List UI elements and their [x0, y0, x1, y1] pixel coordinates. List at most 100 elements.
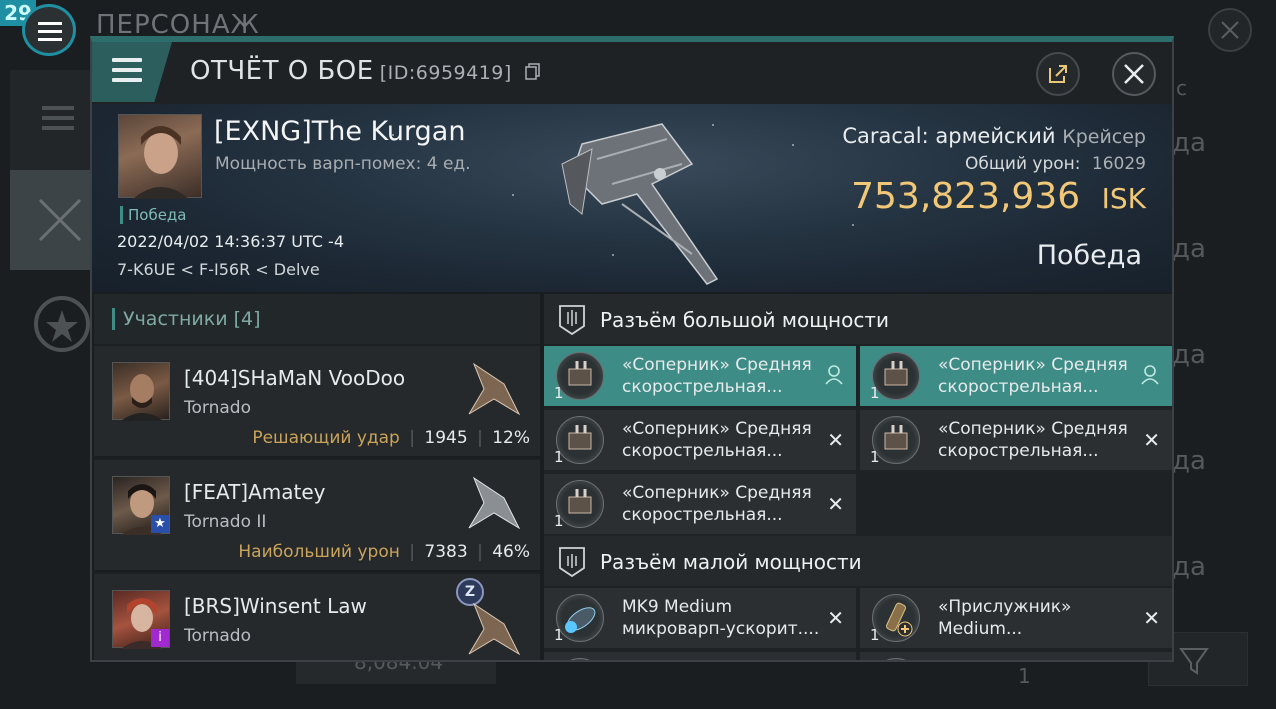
- isk-unit: ISK: [1101, 182, 1146, 215]
- bg-count: 1: [1018, 664, 1031, 688]
- fitting-slot[interactable]: [544, 652, 856, 660]
- bg-result-3: да: [1172, 340, 1206, 370]
- fitting-slot[interactable]: 1 «Соперник» Средняя скорострельная... ✕: [860, 410, 1172, 470]
- victim-portrait[interactable]: [118, 114, 202, 199]
- copy-icon[interactable]: [523, 62, 541, 80]
- bg-fragment: c: [1176, 76, 1187, 100]
- final-blow-tag: Решающий удар: [252, 428, 400, 448]
- victim-name[interactable]: [EXNG]The Kurgan: [214, 116, 465, 147]
- fitting-slot[interactable]: 1 «Соперник» Средняя скорострельная... ✕: [544, 474, 856, 534]
- pilot-icon[interactable]: [824, 364, 844, 386]
- participant-row[interactable]: [404]SHaMaN VooDoo Tornado Решающий удар…: [94, 346, 540, 458]
- participant-stats: Наибольший урон | 7383 | 46%: [238, 542, 530, 562]
- participant-percent: 46%: [492, 542, 530, 562]
- participant-ship: Tornado II: [184, 512, 267, 532]
- dialog-title: ОТЧЁТ О БОЕ [ID:6959419]: [190, 56, 541, 86]
- warp-disruption: Мощность варп-помех: 4 ед.: [215, 154, 471, 174]
- slot-quantity: 1: [554, 384, 564, 402]
- participant-name: [404]SHaMaN VooDoo: [184, 366, 406, 390]
- module-icon: [556, 658, 604, 660]
- bg-result-4: да: [1172, 446, 1206, 476]
- kill-datetime: 2022/04/02 14:36:37 UTC -4: [117, 232, 345, 251]
- report-id: [ID:6959419]: [379, 62, 512, 84]
- mid-slot-section: Разъём малой мощности: [544, 536, 1172, 586]
- screen-close-button[interactable]: [1208, 8, 1252, 52]
- slot-quantity: 1: [870, 384, 880, 402]
- external-link-icon: [1049, 65, 1067, 83]
- module-name-line2: скорострельная...: [938, 377, 1099, 397]
- close-icon: [1124, 64, 1144, 84]
- crossed-swords-icon: [38, 198, 82, 242]
- ship-info[interactable]: Caracal: армейский Крейсер: [842, 124, 1146, 148]
- ship-name: Caracal: армейский: [842, 124, 1056, 148]
- portrait-image: [133, 126, 189, 199]
- menu-tab[interactable]: [92, 42, 172, 102]
- fitting-slot[interactable]: 1 «Соперник» Средняя скорострельная...: [544, 346, 856, 406]
- list-icon: [42, 106, 74, 130]
- participants-title: Участники [4]: [112, 308, 261, 330]
- module-name: «Соперник» Средняя скорострельная...: [622, 418, 822, 462]
- combat-report-dialog: ОТЧЁТ О БОЕ [ID:6959419] [EXNG]The Kurgan…: [90, 36, 1174, 662]
- participant-ship-image: [468, 476, 521, 530]
- module-name: «Соперник» Средняя скорострельная...: [622, 354, 822, 398]
- victim-banner: [EXNG]The Kurgan Мощность варп-помех: 4 …: [92, 104, 1172, 292]
- module-name-line2: скорострельная...: [938, 441, 1099, 461]
- fitting-slot[interactable]: 1 «Соперник» Средняя скорострельная... ✕: [544, 410, 856, 470]
- slot-quantity: 1: [554, 626, 564, 644]
- side-tab-medals[interactable]: [10, 280, 90, 380]
- main-menu-button[interactable]: [22, 4, 76, 56]
- module-icon: [872, 658, 920, 660]
- side-tab-menu[interactable]: [10, 70, 90, 170]
- slot-quantity: 1: [554, 512, 564, 530]
- destroyed-icon: ✕: [827, 428, 844, 452]
- alliance-star-icon: ★: [151, 515, 169, 533]
- pilot-icon[interactable]: [1140, 364, 1160, 386]
- participant-row[interactable]: i [BRS]Winsent Law Tornado Z: [94, 574, 540, 660]
- participant-ship: Tornado: [184, 626, 251, 646]
- hamburger-icon: [112, 58, 142, 84]
- total-damage: Общий урон: 16029: [965, 154, 1146, 174]
- participant-portrait: ★: [112, 476, 170, 535]
- module-name-line2: микроварп-ускорит....: [622, 619, 820, 639]
- side-tab-combat[interactable]: [10, 170, 90, 270]
- participant-portrait: i: [112, 590, 170, 649]
- total-damage-label: Общий урон:: [965, 154, 1081, 174]
- bg-result-2: да: [1172, 234, 1206, 264]
- destroyed-icon: ✕: [827, 492, 844, 516]
- participants-panel: Участники [4] [404]SHaMaN VooDoo Tornado…: [94, 294, 540, 660]
- kill-location[interactable]: 7-K6UE < F-I56R < Delve: [117, 260, 320, 279]
- fitting-slot[interactable]: 1 MK9 Medium микроварп-ускорит.... ✕: [544, 588, 856, 648]
- fitting-slot[interactable]: 1 «Соперник» Средняя скорострельная...: [860, 346, 1172, 406]
- share-button[interactable]: [1036, 52, 1080, 96]
- destroyed-icon: ✕: [1143, 606, 1160, 630]
- total-damage-value: 16029: [1091, 154, 1146, 174]
- participant-ship-image: [468, 602, 521, 656]
- module-name-line2: скорострельная...: [622, 377, 783, 397]
- victim-ship-image: [561, 123, 719, 285]
- mid-slot-icon: [559, 547, 585, 578]
- module-name-line1: MK9 Medium: [622, 597, 733, 617]
- module-name-line2: Medium...: [938, 619, 1023, 639]
- participant-row[interactable]: ★ [FEAT]Amatey Tornado II Наибольший уро…: [94, 460, 540, 572]
- destroyed-icon: ✕: [1143, 428, 1160, 452]
- fitting-slot[interactable]: [860, 652, 1172, 660]
- close-button[interactable]: [1112, 52, 1156, 96]
- module-name-line1: «Прислужник»: [938, 597, 1072, 617]
- ship-class: Крейсер: [1062, 126, 1146, 148]
- module-name-line1: «Соперник» Средняя: [938, 355, 1128, 375]
- slot-quantity: 1: [554, 448, 564, 466]
- portrait-image: [121, 374, 163, 421]
- bg-result-1: да: [1172, 128, 1206, 158]
- close-icon: [1221, 21, 1239, 39]
- participant-name: [BRS]Winsent Law: [184, 594, 367, 618]
- module-name-line2: скорострельная...: [622, 505, 783, 525]
- module-name-line1: «Соперник» Средняя: [622, 355, 812, 375]
- top-damage-tag: Наибольший урон: [238, 542, 400, 562]
- destroyed-icon: ✕: [827, 606, 844, 630]
- bg-result-5: да: [1172, 552, 1206, 582]
- high-slot-label: Разъём большой мощности: [600, 308, 889, 332]
- participant-damage: 1945: [424, 428, 468, 448]
- fitting-slot[interactable]: 1 «Прислужник» Medium... ✕: [860, 588, 1172, 648]
- participant-ship-image: [468, 362, 521, 416]
- fitting-panel: Разъём большой мощности 1 «Соперник» Сре…: [544, 294, 1172, 660]
